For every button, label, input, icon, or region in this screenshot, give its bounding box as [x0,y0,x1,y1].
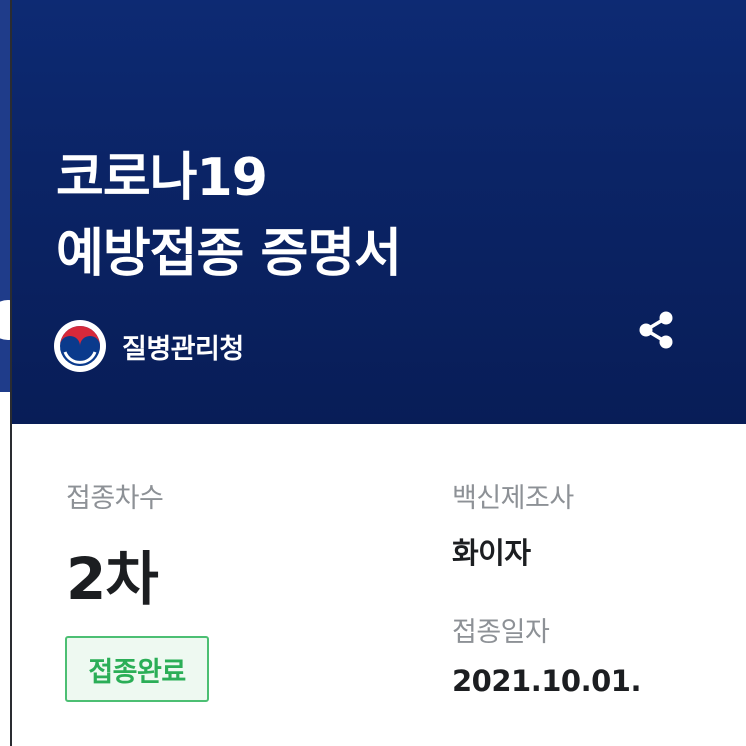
agency-name: 질병관리청 [122,333,244,365]
issuing-agency: 질병관리청 [54,318,244,374]
title-line-1: 코로나19 [56,148,268,208]
certificate-header: 코로나19 예방접종 증명서 질병관리청 [12,0,746,424]
certificate-title: 코로나19 예방접종 증명서 [56,140,402,292]
previous-card-emblem-icon [0,300,10,340]
screen: 코로나19 예방접종 증명서 질병관리청 접종차수 2차 접종완료 백신제조사 … [0,0,746,746]
dose-number-value: 2차 [66,545,159,613]
certificate-card: 코로나19 예방접종 증명서 질병관리청 접종차수 2차 접종완료 백신제조사 … [12,0,746,746]
share-icon [639,311,673,349]
title-line-2: 예방접종 증명서 [56,224,402,284]
taegeuk-emblem-icon [54,320,106,372]
manufacturer-value: 화이자 [452,536,531,570]
vaccination-complete-badge: 접종완료 [65,636,209,702]
vaccination-date-label: 접종일자 [452,617,550,648]
manufacturer-label: 백신제조사 [452,483,574,514]
dose-number-label: 접종차수 [66,483,164,514]
previous-card-peek[interactable] [0,0,10,746]
share-button[interactable] [630,304,682,356]
vaccination-date-value: 2021.10.01. [452,664,641,698]
